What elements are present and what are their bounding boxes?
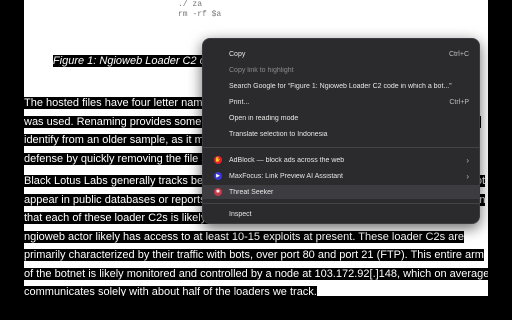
menu-item-adblock[interactable]: ✋ AdBlock — block ads across the web › (203, 153, 479, 167)
code-line-2: rm -rf $a (178, 10, 222, 19)
menu-item-reading-mode[interactable]: Open in reading mode (203, 111, 479, 125)
chevron-right-icon: › (466, 171, 469, 181)
menu-item-copy-link-label: Copy link to highlight (229, 66, 294, 74)
adblock-icon: ✋ (214, 156, 222, 164)
menu-item-copy-label: Copy (229, 50, 246, 58)
context-menu: Copy Ctrl+C Copy link to highlight Searc… (202, 38, 480, 224)
menu-item-print-label: Print... (229, 98, 250, 106)
menu-item-maxfocus-label: MaxFocus: Link Preview AI Assistant (229, 172, 343, 180)
maxfocus-icon: ▶ (214, 172, 222, 180)
chevron-right-icon: › (466, 155, 469, 165)
menu-item-search-google[interactable]: Search Google for “Figure 1: Ngioweb Loa… (203, 79, 479, 93)
menu-item-copy-link-to-highlight: Copy link to highlight (203, 63, 479, 77)
menu-item-copy-shortcut: Ctrl+C (448, 50, 469, 58)
menu-item-threat-seeker[interactable]: ✱ Threat Seeker (203, 185, 479, 199)
code-line-1: ./ za (178, 0, 203, 9)
menu-separator-1 (203, 147, 479, 148)
menu-item-inspect[interactable]: Inspect (203, 207, 479, 221)
menu-item-maxfocus[interactable]: ▶ MaxFocus: Link Preview AI Assistant › (203, 169, 479, 183)
browser-viewport: ./ za rm -rf $a Figure 1: Ngioweb Loader… (0, 0, 512, 320)
menu-item-reading-mode-label: Open in reading mode (229, 114, 299, 122)
menu-item-search-google-label: Search Google for “Figure 1: Ngioweb Loa… (229, 82, 452, 90)
menu-item-threat-seeker-label: Threat Seeker (229, 188, 274, 196)
menu-separator-2 (203, 203, 479, 204)
menu-item-inspect-label: Inspect (229, 210, 252, 218)
menu-item-translate-label: Translate selection to Indonesia (229, 130, 328, 138)
menu-item-translate[interactable]: Translate selection to Indonesia (203, 127, 479, 141)
menu-item-print-shortcut: Ctrl+P (449, 98, 469, 106)
menu-item-print[interactable]: Print... Ctrl+P (203, 95, 479, 109)
menu-item-copy[interactable]: Copy Ctrl+C (203, 47, 479, 61)
menu-item-adblock-label: AdBlock — block ads across the web (229, 156, 345, 164)
threat-seeker-icon: ✱ (214, 188, 222, 196)
